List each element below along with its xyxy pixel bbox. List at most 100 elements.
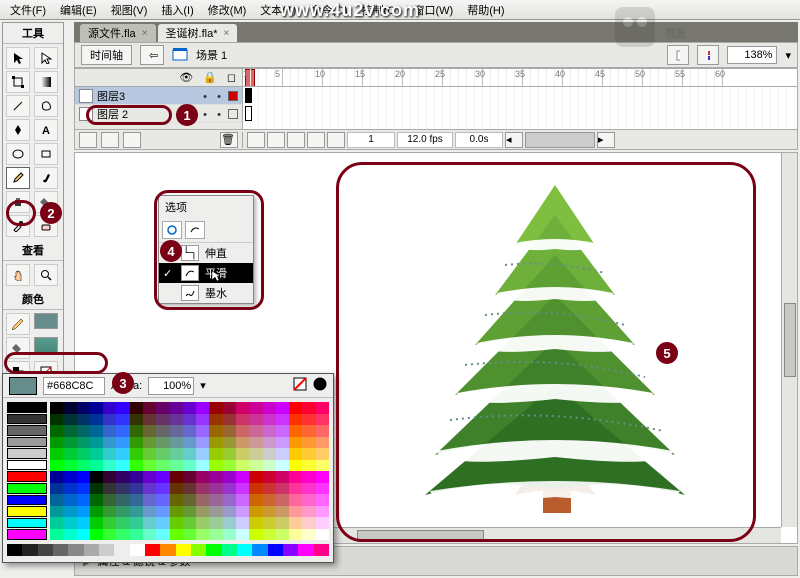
color-swatch[interactable] (209, 483, 222, 495)
mode-smooth[interactable]: ✓平滑 (159, 263, 253, 283)
color-swatch[interactable] (183, 494, 196, 506)
spectrum-swatch[interactable] (99, 544, 114, 556)
color-swatch[interactable] (263, 425, 276, 437)
gradient-transform-tool[interactable] (34, 71, 58, 93)
spectrum-swatch[interactable] (283, 544, 298, 556)
color-swatch[interactable] (302, 425, 315, 437)
spectrum-swatch[interactable] (252, 544, 267, 556)
color-swatch[interactable] (50, 529, 63, 541)
color-swatch[interactable] (316, 483, 329, 495)
color-swatch[interactable] (289, 529, 302, 541)
color-swatch[interactable] (302, 494, 315, 506)
mode-ink[interactable]: 墨水 (159, 283, 253, 303)
spectrum-swatch[interactable] (191, 544, 206, 556)
color-swatch[interactable] (90, 494, 103, 506)
color-swatch[interactable] (236, 483, 249, 495)
menu-modify[interactable]: 修改(M) (202, 0, 253, 20)
color-swatch[interactable] (263, 529, 276, 541)
color-swatch[interactable] (249, 494, 262, 506)
color-swatch[interactable] (50, 448, 63, 460)
color-swatch[interactable] (223, 517, 236, 529)
spectrum-swatch[interactable] (68, 544, 83, 556)
color-swatch[interactable] (236, 529, 249, 541)
color-swatch[interactable] (223, 414, 236, 426)
rectangle-tool[interactable] (34, 143, 58, 165)
pen-tool[interactable] (6, 119, 30, 141)
color-swatch[interactable] (249, 483, 262, 495)
color-swatch[interactable] (156, 402, 169, 414)
color-swatch[interactable] (263, 402, 276, 414)
color-swatch[interactable] (302, 414, 315, 426)
color-swatch[interactable] (63, 402, 76, 414)
color-swatch[interactable] (170, 437, 183, 449)
layer-row[interactable]: 图层3 • • (75, 87, 242, 105)
color-swatch[interactable] (90, 425, 103, 437)
spectrum-swatch[interactable] (237, 544, 252, 556)
color-swatch[interactable] (183, 437, 196, 449)
color-swatch[interactable] (196, 460, 209, 472)
color-swatch[interactable] (103, 425, 116, 437)
color-swatch[interactable] (63, 448, 76, 460)
color-swatch[interactable] (289, 448, 302, 460)
line-tool[interactable] (6, 95, 30, 117)
hex-input[interactable] (43, 377, 105, 395)
color-swatch[interactable] (263, 483, 276, 495)
color-swatch[interactable] (143, 460, 156, 472)
color-swatch[interactable] (63, 460, 76, 472)
color-swatch[interactable] (223, 483, 236, 495)
color-swatch[interactable] (249, 460, 262, 472)
stroke-swatch[interactable] (34, 313, 58, 329)
color-swatch[interactable] (183, 460, 196, 472)
color-swatch[interactable] (263, 494, 276, 506)
color-swatch[interactable] (156, 506, 169, 518)
color-swatch[interactable] (196, 448, 209, 460)
color-swatch[interactable] (143, 425, 156, 437)
color-swatch[interactable] (249, 471, 262, 483)
color-swatch[interactable] (289, 471, 302, 483)
color-swatch[interactable] (276, 529, 289, 541)
eye-icon[interactable]: 👁 (179, 71, 193, 84)
onion-skin-button[interactable] (267, 132, 285, 148)
scroll-thumb[interactable] (784, 303, 796, 378)
color-swatch[interactable] (90, 448, 103, 460)
frame-ruler[interactable]: 151015202530354045505560 (243, 69, 797, 86)
color-swatch[interactable] (63, 425, 76, 437)
color-swatch[interactable] (223, 494, 236, 506)
delete-layer-button[interactable]: 🗑 (220, 132, 238, 148)
color-swatch[interactable] (50, 402, 63, 414)
color-swatch[interactable] (156, 494, 169, 506)
color-swatch[interactable] (223, 448, 236, 460)
spectrum-row[interactable] (3, 544, 333, 558)
lasso-tool[interactable] (34, 95, 58, 117)
scroll-thumb[interactable] (357, 530, 484, 542)
color-swatch[interactable] (63, 437, 76, 449)
color-swatch[interactable] (130, 460, 143, 472)
color-swatch[interactable] (170, 529, 183, 541)
color-swatch[interactable] (302, 402, 315, 414)
color-swatch[interactable] (196, 494, 209, 506)
color-swatch[interactable] (249, 414, 262, 426)
spectrum-swatch[interactable] (145, 544, 160, 556)
hand-tool[interactable] (6, 264, 30, 286)
color-swatch[interactable] (170, 402, 183, 414)
alpha-input[interactable] (148, 377, 194, 395)
color-swatch[interactable] (249, 506, 262, 518)
base-color-swatch[interactable] (7, 529, 47, 540)
color-swatch[interactable] (170, 494, 183, 506)
menu-insert[interactable]: 插入(I) (155, 0, 199, 20)
document-tab-1[interactable]: 源文件.fla× (80, 24, 156, 42)
ink-bottle-tool[interactable] (6, 191, 30, 213)
color-swatch[interactable] (103, 483, 116, 495)
fill-swatch[interactable] (34, 337, 58, 353)
color-swatch[interactable] (130, 448, 143, 460)
color-swatch[interactable] (156, 414, 169, 426)
back-button[interactable]: ⇦ (140, 45, 164, 65)
color-swatch[interactable] (156, 448, 169, 460)
color-swatch[interactable] (130, 425, 143, 437)
color-swatch[interactable] (289, 402, 302, 414)
color-swatch[interactable] (289, 437, 302, 449)
timeline-button[interactable]: 时间轴 (81, 45, 132, 65)
color-swatch[interactable] (50, 506, 63, 518)
document-tab-2[interactable]: 圣诞树.fla*× (158, 24, 238, 42)
color-swatch[interactable] (263, 414, 276, 426)
